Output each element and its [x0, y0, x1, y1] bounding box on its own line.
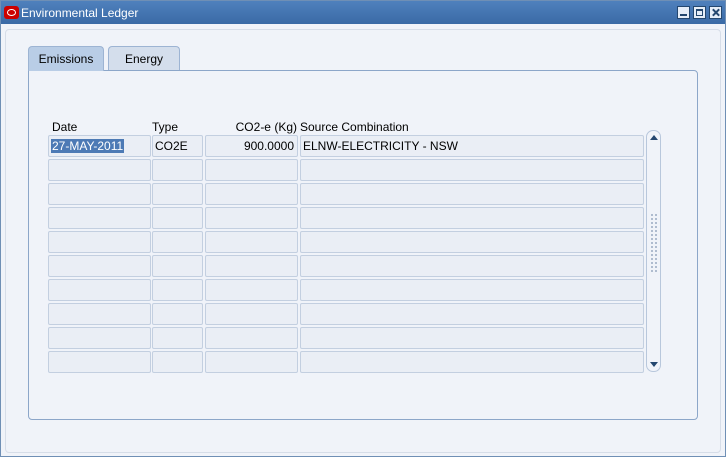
type-field[interactable] [152, 207, 203, 229]
type-field[interactable] [152, 279, 203, 301]
co2-field[interactable] [205, 351, 298, 373]
date-field[interactable]: 27-MAY-2011 [48, 135, 151, 157]
source-combination-field[interactable] [300, 255, 644, 277]
source-combination-field[interactable] [300, 207, 644, 229]
scroll-up-icon[interactable] [650, 135, 658, 140]
source-combination-field[interactable]: ELNW-ELECTRICITY - NSW [300, 135, 644, 157]
window-title: Environmental Ledger [21, 6, 139, 20]
source-combination-field[interactable] [300, 351, 644, 373]
scroll-down-icon[interactable] [650, 362, 658, 367]
date-field[interactable] [48, 303, 151, 325]
table-row [48, 279, 645, 301]
co2-field[interactable] [205, 303, 298, 325]
co2-field[interactable] [205, 255, 298, 277]
tab-emissions[interactable]: Emissions [28, 46, 104, 71]
source-combination-field[interactable] [300, 303, 644, 325]
type-field[interactable] [152, 255, 203, 277]
co2-field[interactable] [205, 279, 298, 301]
table-row: 27-MAY-2011 CO2E 900.0000 ELNW-ELECTRICI… [48, 135, 645, 157]
source-combination-field[interactable] [300, 231, 644, 253]
title-bar[interactable]: Environmental Ledger [1, 1, 725, 24]
column-header-type: Type [152, 120, 179, 134]
co2-field[interactable]: 900.0000 [205, 135, 298, 157]
table-row [48, 327, 645, 349]
column-header-date: Date [52, 120, 78, 134]
co2-field[interactable] [205, 207, 298, 229]
type-field[interactable]: CO2E [152, 135, 203, 157]
table-row [48, 159, 645, 181]
table-row [48, 231, 645, 253]
date-field[interactable] [48, 231, 151, 253]
date-value: 27-MAY-2011 [51, 139, 125, 153]
tab-energy[interactable]: Energy [108, 46, 180, 71]
source-combination-field[interactable] [300, 159, 644, 181]
source-combination-field[interactable] [300, 279, 644, 301]
type-field[interactable] [152, 231, 203, 253]
scroll-grip[interactable] [650, 213, 658, 273]
date-field[interactable] [48, 351, 151, 373]
column-header-source-combination: Source Combination [300, 120, 409, 134]
date-field[interactable] [48, 159, 151, 181]
date-field[interactable] [48, 183, 151, 205]
date-field[interactable] [48, 279, 151, 301]
type-field[interactable] [152, 303, 203, 325]
type-field[interactable] [152, 351, 203, 373]
type-field[interactable] [152, 159, 203, 181]
date-field[interactable] [48, 327, 151, 349]
co2-field[interactable] [205, 231, 298, 253]
date-field[interactable] [48, 207, 151, 229]
oracle-logo-icon [4, 6, 19, 19]
table-row [48, 183, 645, 205]
close-icon[interactable] [709, 6, 722, 19]
date-field[interactable] [48, 255, 151, 277]
source-combination-field[interactable] [300, 183, 644, 205]
table-row [48, 303, 645, 325]
co2-field[interactable] [205, 183, 298, 205]
co2-field[interactable] [205, 327, 298, 349]
table-row [48, 351, 645, 373]
co2-field[interactable] [205, 159, 298, 181]
type-field[interactable] [152, 327, 203, 349]
type-field[interactable] [152, 183, 203, 205]
environmental-ledger-window: Environmental Ledger Emissions Energy Da… [0, 0, 726, 457]
maximize-icon[interactable] [693, 6, 706, 19]
source-combination-field[interactable] [300, 327, 644, 349]
column-header-co2: CO2-e (Kg) [235, 120, 297, 134]
table-row [48, 255, 645, 277]
minimize-icon[interactable] [677, 6, 690, 19]
table-row [48, 207, 645, 229]
vertical-scrollbar[interactable] [646, 130, 661, 372]
